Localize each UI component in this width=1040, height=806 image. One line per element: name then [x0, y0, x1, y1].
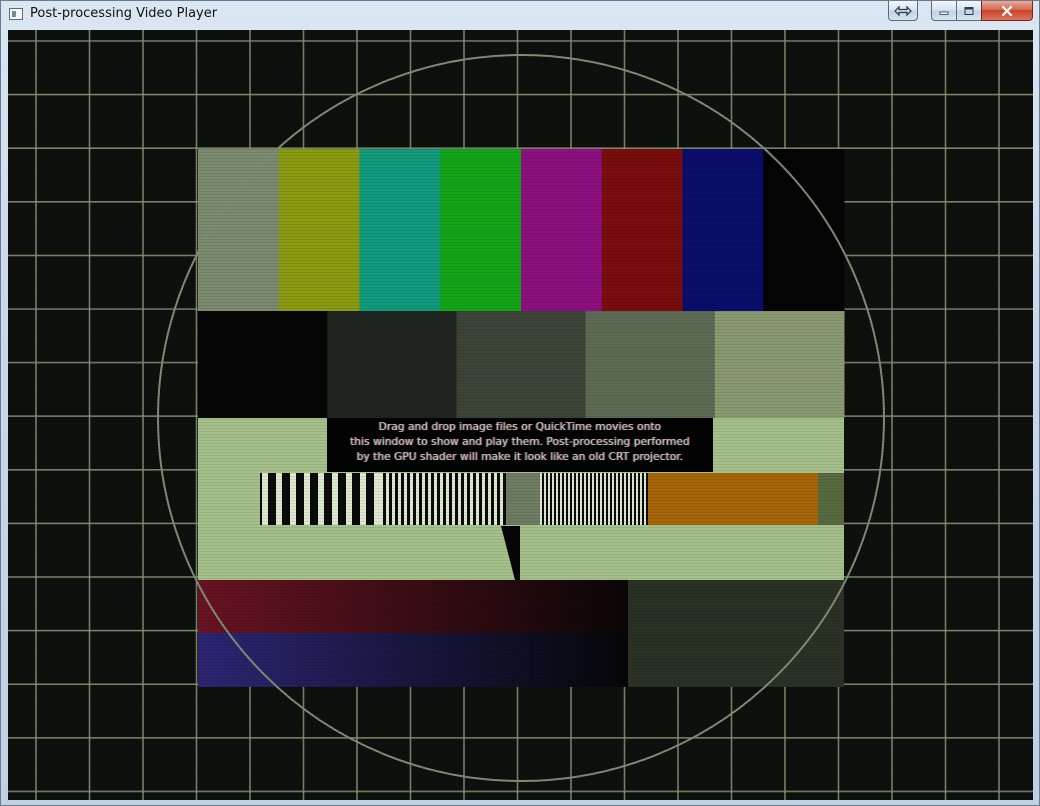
frequency-line: [596, 473, 598, 525]
frequency-line: [332, 473, 338, 525]
frequency-line: [552, 473, 554, 525]
frequency-line: [488, 473, 491, 525]
frequency-line: [572, 473, 574, 525]
frequency-line: [392, 473, 395, 525]
gray-steps: [198, 311, 845, 418]
frequency-line: [446, 473, 449, 525]
frequency-line: [548, 473, 550, 525]
color-bar: [601, 149, 683, 311]
frequency-line: [304, 473, 310, 525]
frequency-line: [398, 473, 401, 525]
frequency-line: [600, 473, 602, 525]
instructions-line-2: this window to show and play them. Post-…: [350, 436, 690, 448]
frequency-line: [470, 473, 473, 525]
app-icon[interactable]: [9, 8, 23, 20]
frequency-line: [452, 473, 455, 525]
frequency-line: [494, 473, 497, 525]
title-bar[interactable]: Post-processing Video Player: [1, 1, 1040, 29]
frequency-line: [482, 473, 485, 525]
frequency-line: [592, 473, 594, 525]
instructions-line-1: Drag and drop image files or QuickTime m…: [378, 421, 662, 433]
frequency-line: [434, 473, 437, 525]
gray-step: [714, 311, 845, 418]
gray-step: [198, 311, 328, 418]
frequency-line: [632, 473, 634, 525]
frequency-line: [556, 473, 558, 525]
frequency-line: [386, 473, 389, 525]
frequency-line: [374, 473, 380, 525]
gray-step: [456, 311, 587, 418]
frequency-line: [290, 473, 296, 525]
red-gradient: [198, 580, 628, 633]
video-canvas[interactable]: Drag and drop image files or QuickTime m…: [8, 30, 1033, 800]
frequency-line: [422, 473, 425, 525]
frequency-line: [410, 473, 413, 525]
frequency-line: [628, 473, 630, 525]
frequency-line: [612, 473, 614, 525]
close-icon: [1001, 5, 1013, 16]
frequency-line: [568, 473, 570, 525]
frequency-line: [500, 473, 503, 525]
olive-block: [818, 473, 844, 525]
frequency-line: [636, 473, 638, 525]
frequency-line: [416, 473, 419, 525]
light-band-bottom: [198, 526, 844, 580]
frequency-line: [404, 473, 407, 525]
pattern-body: [198, 149, 845, 687]
color-bar: [278, 149, 360, 311]
color-bar: [440, 149, 522, 311]
frequency-line: [360, 473, 366, 525]
blue-gradient: [198, 633, 628, 687]
minimize-icon: [939, 11, 949, 15]
color-bar: [359, 149, 441, 311]
frequency-line: [584, 473, 586, 525]
frequency-line: [318, 473, 324, 525]
resize-button[interactable]: [888, 1, 918, 21]
frequency-line: [620, 473, 622, 525]
frequency-line: [580, 473, 582, 525]
gray-step: [585, 311, 716, 418]
frequency-line: [588, 473, 590, 525]
frequency-line: [428, 473, 431, 525]
orange-block: [648, 473, 818, 525]
frequency-line: [544, 473, 546, 525]
instructions-line-3: by the GPU shader will make it look like…: [356, 451, 684, 463]
test-pattern: [8, 30, 1033, 800]
gray-step: [327, 311, 457, 418]
frequency-line: [540, 473, 542, 525]
frequency-line: [262, 473, 268, 525]
application-window: Post-processing Video Player Drag and dr…: [0, 0, 1040, 806]
olive-panel: [628, 580, 844, 687]
color-bars: [198, 149, 845, 311]
resize-arrows-icon: [894, 5, 912, 16]
close-button[interactable]: [981, 1, 1033, 21]
frequency-line: [616, 473, 618, 525]
window-title: Post-processing Video Player: [30, 6, 218, 21]
instructions-text: Drag and drop image files or QuickTime m…: [327, 420, 713, 470]
frequency-line: [604, 473, 606, 525]
frequency-line: [560, 473, 562, 525]
frequency-line: [346, 473, 352, 525]
frequency-line: [458, 473, 461, 525]
frequency-line: [624, 473, 626, 525]
maximize-icon: [964, 6, 974, 15]
frequency-line: [476, 473, 479, 525]
minimize-button[interactable]: [931, 1, 957, 21]
frequency-line: [464, 473, 467, 525]
frequency-line: [564, 473, 566, 525]
frequency-line: [380, 473, 383, 525]
color-bar: [521, 149, 603, 311]
frequency-line: [576, 473, 578, 525]
frequency-line: [440, 473, 443, 525]
frequency-line: [608, 473, 610, 525]
frequency-line: [640, 473, 642, 525]
maximize-button[interactable]: [956, 1, 982, 21]
frequency-bars: [260, 473, 648, 525]
frequency-line: [276, 473, 282, 525]
frequency-line: [644, 473, 646, 525]
frequency-gray: [506, 473, 540, 525]
color-bar: [682, 149, 764, 311]
